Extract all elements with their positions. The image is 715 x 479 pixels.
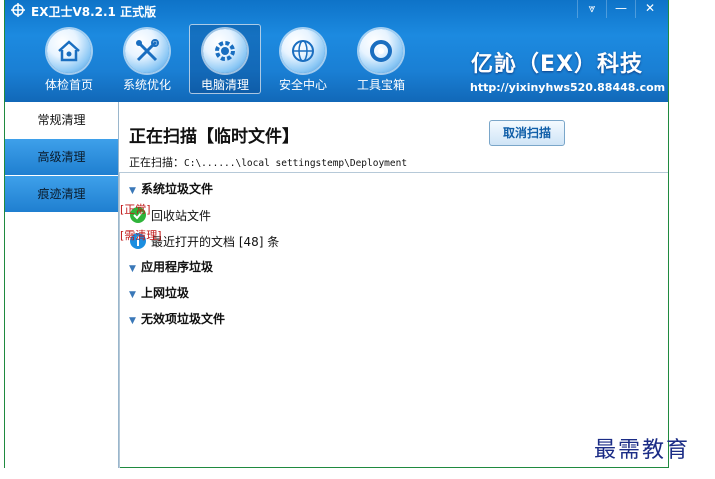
scan-tree: ▼ 系统垃圾文件 回收站文件 [正常] 最近打开的文档 [48] 条 [需清理] … [119, 172, 668, 468]
nav-label: 电脑清理 [200, 78, 249, 92]
sidebar-item-advanced-clean[interactable]: 高级清理 [5, 139, 118, 176]
scan-path-prefix: 正在扫描： [129, 156, 184, 169]
home-icon [47, 29, 91, 73]
nav-item-toolbox[interactable]: 工具宝箱 [345, 24, 417, 94]
nav-label: 系统优化 [122, 78, 171, 92]
nav-label: 工具宝箱 [356, 78, 405, 92]
nav-item-security[interactable]: 安全中心 [267, 24, 339, 94]
tree-category-internet[interactable]: ▼ 上网垃圾 [129, 281, 677, 305]
nav-item-clean[interactable]: 电脑清理 [189, 24, 261, 94]
category-label: 上网垃圾 [141, 286, 190, 300]
gear-icon [203, 29, 247, 73]
app-logo-icon [11, 3, 25, 17]
nav-label: 体检首页 [44, 78, 93, 92]
category-label: 无效项垃圾文件 [141, 312, 226, 326]
scan-path-value: C:\......\local settingstemp\Deployment [184, 158, 408, 169]
tree-category-invalid[interactable]: ▼ 无效项垃圾文件 [129, 307, 677, 331]
category-label: 应用程序垃圾 [141, 260, 214, 274]
nav-label: 安全中心 [278, 78, 327, 92]
watermark: 最需教育 [594, 438, 691, 463]
main-panel: 正在扫描【临时文件】 取消扫描 正在扫描：C:\......\local set… [119, 102, 668, 468]
ring-icon [359, 29, 403, 73]
chevron-down-icon: ▼ [129, 316, 136, 326]
brand-url[interactable]: http://yixinyhws520.88448.com [470, 81, 665, 94]
title-bar[interactable]: EX卫士V8.2.1 正式版 ⩔ — ✕ [5, 0, 668, 22]
page-title: 正在扫描【临时文件】 [129, 127, 299, 147]
scan-path: 正在扫描：C:\......\local settingstemp\Deploy… [129, 154, 407, 170]
nav-item-optimize[interactable]: 系统优化 [111, 24, 183, 94]
nav-item-home[interactable]: 体检首页 [33, 24, 105, 94]
sidebar-item-regular-clean[interactable]: 常规清理 [5, 102, 118, 139]
window-controls: ⩔ — ✕ [577, 0, 664, 18]
tools-icon [125, 29, 169, 73]
sidebar: 常规清理 高级清理 痕迹清理 [5, 102, 119, 468]
cancel-scan-button[interactable]: 取消扫描 [489, 120, 565, 146]
tree-category-apps[interactable]: ▼ 应用程序垃圾 [129, 255, 677, 279]
close-button[interactable]: ✕ [635, 0, 664, 18]
menu-button[interactable]: ⩔ [577, 0, 606, 18]
app-title: EX卫士V8.2.1 正式版 [31, 5, 157, 19]
main-nav: 体检首页 系统优化 电脑清理 安全中心 工具宝箱 [33, 24, 423, 94]
app-window: EX卫士V8.2.1 正式版 ⩔ — ✕ 体检首页 系统优化 电脑清理 安全中心… [4, 0, 669, 468]
category-label: 系统垃圾文件 [141, 182, 214, 196]
chevron-down-icon: ▼ [129, 290, 136, 300]
status-badge: [需清理] [120, 229, 162, 242]
status-badge: [正常] [120, 203, 151, 216]
sidebar-item-trace-clean[interactable]: 痕迹清理 [5, 176, 118, 213]
minimize-button[interactable]: — [606, 0, 635, 18]
header: EX卫士V8.2.1 正式版 ⩔ — ✕ 体检首页 系统优化 电脑清理 安全中心… [5, 0, 668, 102]
brand-name: 亿訫（EX）科技 [471, 52, 643, 77]
chevron-down-icon: ▼ [129, 264, 136, 274]
globe-icon [281, 29, 325, 73]
